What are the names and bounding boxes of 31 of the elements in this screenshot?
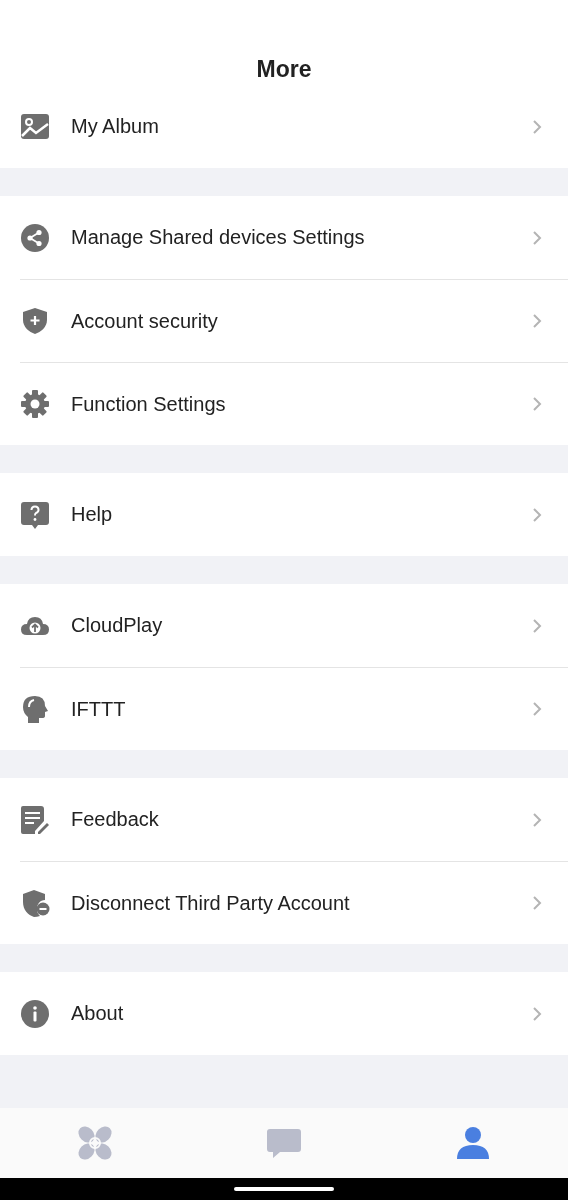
- chevron-right-icon: [532, 617, 542, 634]
- chevron-right-icon: [532, 811, 542, 828]
- chevron-right-icon: [532, 313, 542, 329]
- menu-item[interactable]: CloudPlay: [20, 584, 568, 667]
- menu-item[interactable]: Manage Shared devices Settings: [20, 196, 568, 279]
- menu-item[interactable]: About: [20, 972, 568, 1055]
- menu-item[interactable]: Help: [20, 473, 568, 556]
- chevron-right-icon: [532, 396, 542, 412]
- settings-icon: [20, 389, 50, 419]
- menu-item[interactable]: Feedback: [20, 778, 568, 861]
- help-icon: [20, 499, 50, 530]
- share-icon: [20, 222, 50, 253]
- menu-item[interactable]: My Album: [20, 85, 568, 168]
- image-icon: [20, 111, 50, 142]
- chevron-right-icon: [532, 506, 542, 523]
- document-pencil-icon: [20, 804, 50, 835]
- menu-item[interactable]: Function Settings: [20, 362, 568, 445]
- menu-item[interactable]: Account security: [20, 279, 568, 362]
- info-icon: [20, 998, 50, 1029]
- page-title: More: [256, 55, 312, 84]
- chevron-right-icon: [532, 701, 542, 717]
- chevron-right-icon: [532, 118, 542, 135]
- menu-item[interactable]: IFTTT: [20, 667, 568, 750]
- shield-plus-icon: [20, 306, 50, 336]
- head-icon: [20, 694, 50, 724]
- chevron-right-icon: [532, 895, 542, 911]
- chevron-right-icon: [532, 1005, 542, 1022]
- home-indicator[interactable]: [234, 1187, 334, 1191]
- shield-minus-icon: [20, 888, 50, 918]
- chevron-right-icon: [532, 229, 542, 246]
- menu-item[interactable]: Disconnect Third Party Account: [20, 861, 568, 944]
